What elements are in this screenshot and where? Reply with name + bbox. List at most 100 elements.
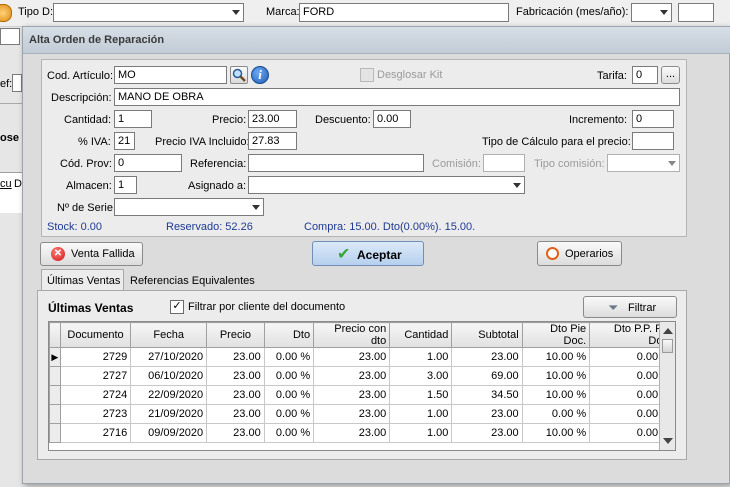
- tipo-comision-label: Tipo comisión:: [534, 158, 605, 170]
- tarifa-lookup-button[interactable]: ...: [661, 66, 680, 84]
- column-header[interactable]: Fecha: [130, 322, 208, 348]
- marca-field[interactable]: FORD: [299, 3, 509, 22]
- column-header[interactable]: Dto Pie Doc.: [521, 322, 591, 348]
- table-cell: 23.00: [206, 385, 265, 405]
- table-cell: 23.00: [313, 366, 391, 386]
- incremento-label: Incremento:: [569, 114, 628, 126]
- cantidad-label: Cantidad:: [64, 114, 112, 126]
- aceptar-button[interactable]: ✔ Aceptar: [312, 241, 424, 266]
- filtrar-button[interactable]: ⏷ Filtrar: [583, 296, 677, 318]
- table-cell: 23.00: [313, 404, 391, 424]
- desglosar-kit-checkbox[interactable]: [360, 68, 374, 82]
- table-cell: 1.00: [389, 423, 453, 443]
- table-cell: 1.00: [389, 404, 453, 424]
- referencia-label: Referencia:: [190, 158, 247, 170]
- checkmark-icon: ✔: [337, 246, 351, 263]
- table-cell: 21/09/2020: [130, 404, 208, 424]
- descripcion-field[interactable]: MANO DE OBRA: [114, 88, 680, 106]
- cod-prov-field[interactable]: 0: [114, 154, 182, 172]
- precio-field[interactable]: 23.00: [248, 110, 297, 128]
- tab-ultimas-ventas[interactable]: Últimas Ventas: [41, 269, 124, 291]
- search-icon[interactable]: [230, 66, 248, 84]
- precio-label: Precio:: [212, 114, 247, 126]
- incremento-field[interactable]: 0: [632, 110, 674, 128]
- comision-field[interactable]: [483, 154, 525, 172]
- table-cell: 23.00: [206, 366, 265, 386]
- tipo-d-label: Tipo D:: [18, 6, 54, 18]
- comision-label: Comisión:: [432, 158, 481, 170]
- asignado-combo[interactable]: [248, 176, 525, 194]
- descuento-label: Descuento:: [315, 114, 371, 126]
- almacen-field[interactable]: 1: [114, 176, 137, 194]
- row-indicator-header: [49, 322, 61, 348]
- asignado-label: Asignado a:: [188, 180, 247, 192]
- fabricacion-mes-combo[interactable]: [631, 3, 672, 22]
- cod-articulo-field[interactable]: MO: [114, 66, 227, 84]
- nserie-combo[interactable]: [114, 198, 264, 216]
- tab-referencias-equivalentes[interactable]: Referencias Equivalentes: [124, 271, 260, 291]
- table-cell: 23.00: [313, 423, 391, 443]
- column-header[interactable]: Precio con dto: [313, 322, 391, 348]
- dialog-title-bar[interactable]: Alta Orden de Reparación: [23, 27, 730, 54]
- scroll-thumb[interactable]: [662, 339, 673, 353]
- referencia-field[interactable]: [248, 154, 424, 172]
- orange-button-icon[interactable]: [0, 4, 12, 22]
- row-indicator: [49, 404, 61, 424]
- column-header[interactable]: Subtotal: [451, 322, 523, 348]
- fabricacion-anio-field[interactable]: [678, 3, 714, 22]
- precio-iva-label: Precio IVA Incluido:: [155, 136, 250, 148]
- column-header[interactable]: Cantidad: [389, 322, 453, 348]
- bg-ref-field[interactable]: [12, 74, 22, 92]
- column-header[interactable]: Dto: [263, 322, 315, 348]
- table-cell: 27/10/2020: [130, 347, 208, 367]
- filtrar-cliente-label: Filtrar por cliente del documento: [188, 301, 346, 313]
- operarios-button[interactable]: Operarios: [537, 241, 622, 266]
- fabricacion-label: Fabricación (mes/año):: [516, 6, 629, 18]
- table-row[interactable]: 2727 06/10/2020 23.00 0.00 % 23.00 3.00 69.00 1…: [49, 366, 675, 386]
- table-row[interactable]: ▶ 2729 27/10/2020 23.00 0.00 % 23.00 1.00 23.00…: [49, 347, 675, 367]
- table-cell: 3.00: [389, 366, 453, 386]
- table-row[interactable]: 2723 21/09/2020 23.00 0.00 % 23.00 1.00 23.00 0…: [49, 404, 675, 424]
- table-cell: 10.00 %: [521, 366, 591, 386]
- row-indicator: [49, 366, 61, 386]
- precio-iva-field[interactable]: 27.83: [248, 132, 297, 150]
- grid-vertical-scrollbar[interactable]: [659, 322, 675, 450]
- info-icon[interactable]: i: [251, 66, 269, 84]
- bg-left-field[interactable]: [0, 28, 20, 45]
- table-cell: 0.00 %: [263, 385, 315, 405]
- filtrar-cliente-checkbox[interactable]: ✓: [170, 300, 184, 314]
- table-cell: 2727: [59, 366, 132, 386]
- tipo-calculo-label: Tipo de Cálculo para el precio:: [482, 136, 631, 148]
- iva-field[interactable]: 21: [114, 132, 135, 150]
- tipo-comision-combo[interactable]: [607, 154, 680, 172]
- table-row[interactable]: 2724 22/09/2020 23.00 0.00 % 23.00 1.50 34.50 1…: [49, 385, 675, 405]
- venta-fallida-button[interactable]: ✕ Venta Fallida: [40, 242, 143, 266]
- nserie-label: Nº de Serie: [57, 202, 113, 214]
- column-header[interactable]: Documento: [59, 322, 132, 348]
- descuento-field[interactable]: 0.00: [373, 110, 411, 128]
- table-cell: 23.00: [451, 347, 523, 367]
- cantidad-field[interactable]: 1: [114, 110, 152, 128]
- row-indicator: [49, 423, 61, 443]
- tipo-d-combo[interactable]: [53, 3, 244, 22]
- tarifa-field[interactable]: 0: [632, 66, 658, 84]
- scroll-down-arrow-icon[interactable]: [663, 438, 673, 444]
- table-cell: 23.00: [451, 404, 523, 424]
- table-row[interactable]: 2716 09/09/2020 23.00 0.00 % 23.00 1.00 23.00 1…: [49, 423, 675, 443]
- table-cell: 23.00: [206, 347, 265, 367]
- table-cell: 2716: [59, 423, 132, 443]
- table-cell: 23.00: [313, 347, 391, 367]
- column-header[interactable]: Precio: [206, 322, 265, 348]
- table-cell: 06/10/2020: [130, 366, 208, 386]
- table-cell: 23.00: [313, 385, 391, 405]
- funnel-icon: ⏷: [608, 300, 619, 315]
- clock-icon: [546, 247, 559, 260]
- dialog-title: Alta Orden de Reparación: [29, 34, 165, 46]
- descripcion-label: Descripción:: [51, 92, 112, 104]
- ventas-grid: Documento Fecha Precio Dto Precio con dto Can…: [48, 321, 676, 451]
- table-cell: 23.00: [206, 404, 265, 424]
- almacen-label: Almacen:: [66, 180, 112, 192]
- tipo-calculo-field[interactable]: [632, 132, 674, 150]
- scroll-up-arrow-icon[interactable]: [663, 328, 673, 334]
- cancel-icon: ✕: [51, 247, 65, 261]
